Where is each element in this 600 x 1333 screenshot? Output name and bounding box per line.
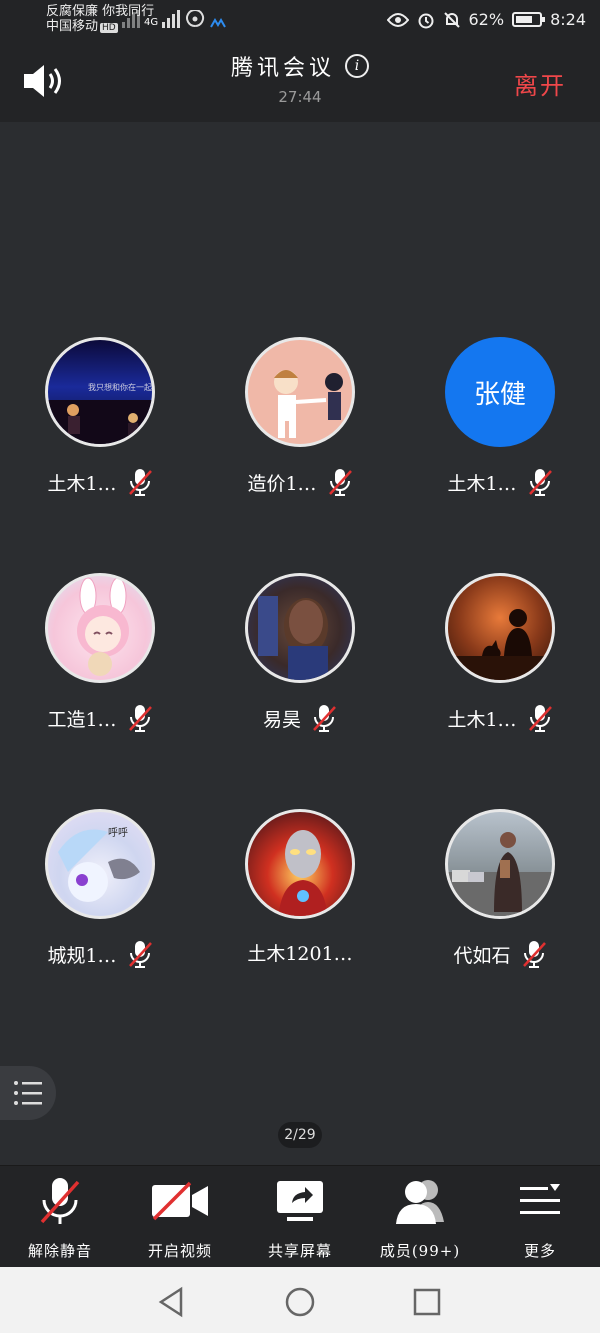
cartoon-image [274,370,343,438]
person-photo [258,596,328,680]
participant-tile[interactable]: 代如石 [400,809,600,969]
participant-name: 易昊 [262,708,301,731]
leave-button[interactable]: 离开 [514,66,566,101]
avatar: 呼呼 [45,809,155,919]
meeting-title-text: 腾讯会议 [230,56,335,81]
svg-text:我只想和你在一起: 我只想和你在一起 [88,382,152,392]
participant-tile[interactable]: 土木1201… [200,809,400,966]
members-icon [396,1180,444,1224]
notification-off-icon [443,11,460,28]
silhouette-image [448,609,552,680]
participant-tile[interactable]: 土木1… [400,573,600,733]
mic-muted-icon [528,469,552,496]
members-label: 成员(99+) [379,1242,461,1260]
status-right: 62% 8:24 [386,10,586,29]
clock: 8:24 [550,10,586,29]
mic-muted-icon [522,941,546,968]
avatar [245,337,355,447]
mic-muted-icon [328,469,352,496]
carrier-name: 中国移动 [46,19,99,34]
avatar-initials: 张健 [445,337,555,447]
system-nav-bar [0,1267,600,1333]
participant-name: 土木1… [447,472,517,495]
avatar [245,809,355,919]
participant-tile[interactable]: 张健 土木1… [400,337,600,497]
share-screen-icon [277,1181,323,1221]
info-icon[interactable]: i [345,54,369,78]
network-type: 4G [144,17,159,28]
unmute-button[interactable]: 解除静音 [0,1176,120,1261]
avatar [445,573,555,683]
mic-muted-icon [128,941,152,968]
participant-tile[interactable]: 工造1… [0,573,200,733]
bottom-toolbar: 解除静音 开启视频 共享屏幕 成员(99+) 更多 [0,1165,600,1267]
participant-name: 土木1… [47,472,117,495]
participant-tile[interactable]: 造价1… [200,337,400,497]
signal-icons: 4G [122,10,226,28]
more-label: 更多 [523,1242,556,1260]
meeting-timer: 27:44 [278,88,322,106]
hd-badge: HD [100,23,118,33]
avatar [245,573,355,683]
start-video-label: 开启视频 [147,1242,212,1260]
page-indicator: 2/29 [278,1122,322,1148]
start-video-button[interactable]: 开启视频 [120,1176,240,1261]
more-menu-icon [520,1184,560,1214]
avatar [45,573,155,683]
share-screen-label: 共享屏幕 [267,1242,332,1260]
svg-text:呼呼: 呼呼 [108,827,128,839]
anime-character-image: 呼呼 [58,827,140,902]
participant-name: 代如石 [453,944,511,967]
mic-muted-icon [128,469,152,496]
recents-icon[interactable] [410,1285,444,1319]
street-photo [448,832,552,916]
participant-tile[interactable]: 我只想和你在一起 土木1… [0,337,200,497]
hotspot-icon [186,10,205,27]
mic-muted-icon [313,705,336,732]
participant-name: 土木1… [447,708,517,731]
avatar: 我只想和你在一起 [45,337,155,447]
video-off-icon [152,1181,208,1221]
members-button[interactable]: 成员(99+) [360,1176,480,1261]
meeting-title: 腾讯会议 i [231,50,369,82]
mic-muted-icon [528,705,552,732]
status-bar: 反腐保廉 你我同行 中国移动 HD 4G 62% 8:24 [0,0,600,42]
more-button[interactable]: 更多 [480,1176,600,1261]
mic-off-icon [40,1178,80,1224]
battery-icon [512,12,546,27]
participant-name: 造价1… [247,472,317,495]
unmute-label: 解除静音 [27,1242,92,1260]
share-screen-button[interactable]: 共享屏幕 [240,1176,360,1261]
member-list-button[interactable] [0,1066,56,1120]
eye-icon [386,12,409,27]
anime-girl-image [77,577,129,676]
participant-name: 工造1… [47,708,117,731]
participant-name: 城规1… [47,944,117,967]
participant-tile[interactable]: 易昊 [200,573,400,733]
participant-tile[interactable]: 呼呼 城规1… [0,809,200,969]
participant-name: 土木1201… [247,943,353,965]
meeting-header: 腾讯会议 i 27:44 离开 [0,42,600,122]
back-icon[interactable] [155,1285,189,1319]
alarm-icon [418,13,433,28]
home-icon[interactable] [283,1285,317,1319]
avatar [445,809,555,919]
concert-stage-image: 我只想和你在一起 [48,382,152,444]
ultraman-image [278,830,328,916]
signal-bars-icon-2 [162,10,181,28]
app-notification-icon [210,18,226,28]
list-icon [14,1081,42,1105]
battery-percent: 62% [468,10,505,29]
signal-bars-icon [122,10,140,28]
mic-muted-icon [128,705,152,732]
